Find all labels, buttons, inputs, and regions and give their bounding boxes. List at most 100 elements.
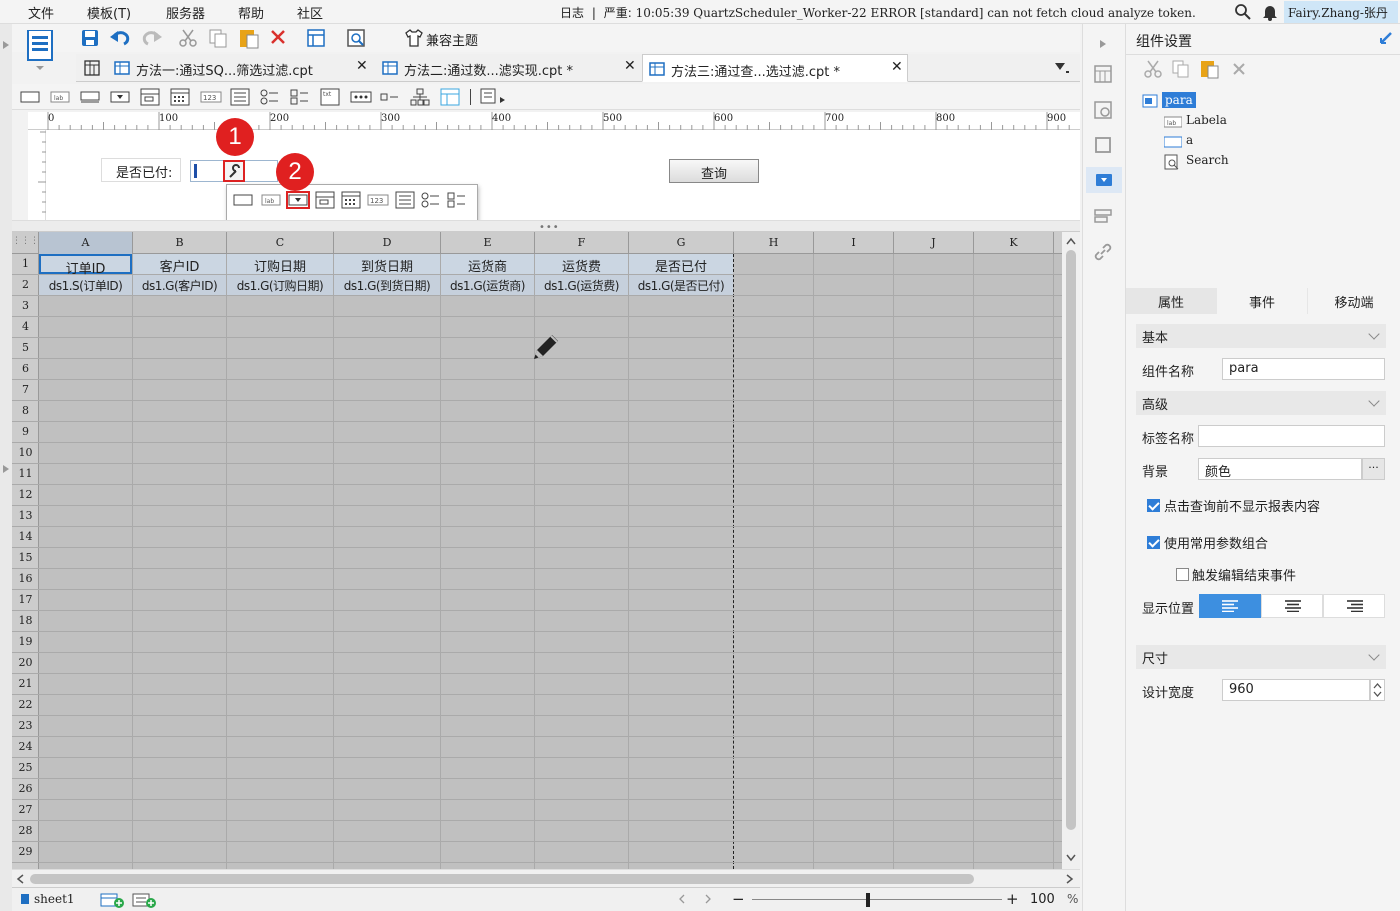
row-header[interactable]: 21 [12, 674, 39, 695]
compatible-theme-button[interactable]: 兼容主题 [426, 30, 478, 49]
tab-method-1[interactable]: 方法一:通过SQ...筛选过滤.cpt ✕ [108, 54, 370, 82]
dropdown-widget-icon[interactable] [286, 191, 310, 209]
sheet-tab[interactable]: sheet1 [34, 892, 75, 906]
table-header-cell[interactable]: 运货费 [535, 254, 628, 275]
condition-attribute-icon[interactable] [1093, 206, 1113, 226]
column-header[interactable]: D [334, 232, 441, 254]
tab-events[interactable]: 事件 [1217, 288, 1307, 314]
row-header[interactable]: 1 [12, 254, 39, 275]
row-header[interactable]: 15 [12, 548, 39, 569]
undo-icon[interactable] [110, 28, 132, 48]
align-center-button[interactable] [1261, 594, 1323, 618]
table-header-cell[interactable]: 到货日期 [334, 254, 440, 275]
chevron-up-icon[interactable] [1066, 237, 1076, 245]
column-header[interactable]: H [734, 232, 814, 254]
date-widget-icon[interactable] [170, 88, 190, 106]
radio-group-widget-icon[interactable] [421, 191, 441, 209]
widget-settings-tab[interactable] [1086, 167, 1122, 193]
zoom-in-button[interactable]: + [1006, 890, 1019, 908]
number-widget-icon[interactable]: 123 [200, 90, 222, 104]
number-widget-icon[interactable]: 123 [367, 193, 389, 207]
section-advanced[interactable]: 高级 [1136, 391, 1386, 415]
row-header[interactable]: 28 [12, 821, 39, 842]
background-more-button[interactable]: ··· [1362, 458, 1385, 480]
column-header[interactable]: A [39, 232, 133, 254]
table-tree-widget-icon[interactable] [440, 88, 460, 106]
label-widget-icon[interactable]: lab [261, 193, 281, 207]
menu-help[interactable]: 帮助 [238, 3, 264, 22]
close-icon[interactable]: ✕ [891, 59, 903, 75]
checkbox-widget-icon[interactable] [380, 90, 400, 104]
shirt-icon[interactable] [404, 28, 424, 48]
row-header[interactable]: 9 [12, 422, 39, 443]
scroll-thumb[interactable] [1066, 250, 1076, 830]
table-header-cell[interactable]: 是否已付 [629, 254, 733, 275]
row-header[interactable]: 29 [12, 842, 39, 863]
dropdown-widget-icon[interactable] [110, 90, 130, 104]
row-header[interactable]: 18 [12, 611, 39, 632]
scroll-left-icon[interactable] [678, 894, 686, 904]
checkbox-edit-end-event[interactable] [1176, 568, 1189, 581]
cell-attribute-icon[interactable] [1093, 100, 1113, 120]
save-icon[interactable] [80, 28, 100, 48]
table-cell[interactable]: ds1.G(是否已付) [629, 275, 733, 295]
section-size[interactable]: 尺寸 [1136, 645, 1386, 669]
zoom-slider-handle[interactable] [866, 893, 870, 907]
expand-left-icon[interactable] [2, 40, 10, 50]
param-label[interactable]: 是否已付: [101, 158, 181, 182]
menu-community[interactable]: 社区 [297, 3, 323, 22]
widget-settings-button[interactable] [223, 160, 245, 182]
tree-node-para[interactable]: para [1162, 92, 1196, 108]
table-cell[interactable]: ds1.G(客户ID) [133, 275, 226, 295]
column-header[interactable]: I [814, 232, 894, 254]
row-header[interactable]: 26 [12, 779, 39, 800]
row-header[interactable]: 24 [12, 737, 39, 758]
copy-icon[interactable] [1172, 60, 1190, 78]
cut-icon[interactable] [178, 28, 198, 48]
list-widget-icon[interactable] [395, 191, 415, 209]
width-stepper[interactable] [1370, 679, 1385, 701]
tab-method-3[interactable]: 方法三:通过查...选过滤.cpt * ✕ [642, 54, 908, 82]
cut-icon[interactable] [1144, 60, 1162, 78]
checkbox-group-widget-icon[interactable] [447, 191, 467, 209]
row-header[interactable]: 23 [12, 716, 39, 737]
table-header-cell[interactable]: 订单ID [39, 254, 132, 277]
checkbox-group-widget-icon[interactable] [290, 88, 310, 106]
hyperlink-icon[interactable] [1093, 242, 1113, 262]
expand-right-icon[interactable] [1099, 39, 1107, 49]
table-header-cell[interactable]: 客户ID [133, 254, 226, 275]
multi-select-widget-icon[interactable] [140, 88, 160, 106]
bell-icon[interactable] [1262, 3, 1278, 21]
tab-properties[interactable]: 属性 [1126, 288, 1216, 314]
checkbox-hide-before-query[interactable] [1147, 499, 1160, 512]
align-left-button[interactable] [1199, 594, 1261, 618]
close-icon[interactable]: ✕ [624, 58, 636, 74]
column-header[interactable]: K [974, 232, 1054, 254]
row-header[interactable]: 27 [12, 800, 39, 821]
more-widgets-icon[interactable] [480, 88, 508, 106]
row-header[interactable]: 6 [12, 359, 39, 380]
background-input[interactable]: 颜色 [1198, 458, 1362, 480]
report-grid[interactable]: ⋮⋮⋮ A B C D E F G H I J K 1 2 3 4 5 6 7 8 9 10 11 12 13 14 15 16 17… [12, 232, 1062, 869]
template-properties-icon[interactable] [306, 28, 326, 48]
row-header[interactable]: 13 [12, 506, 39, 527]
row-header[interactable]: 10 [12, 443, 39, 464]
redo-icon[interactable] [140, 28, 162, 48]
tree-node-labela[interactable]: Labela [1186, 113, 1227, 127]
row-header[interactable]: 8 [12, 401, 39, 422]
table-cell[interactable]: ds1.G(订购日期) [227, 275, 333, 295]
row-header[interactable]: 16 [12, 569, 39, 590]
chevron-right-icon[interactable] [1066, 874, 1074, 884]
section-basic[interactable]: 基本 [1136, 324, 1386, 348]
table-cell[interactable]: ds1.G(运货商) [441, 275, 534, 295]
table-cell[interactable]: ds1.S(订单ID) [39, 275, 132, 295]
row-header[interactable]: 5 [12, 338, 39, 359]
float-element-icon[interactable] [1093, 135, 1113, 155]
row-header[interactable]: 14 [12, 527, 39, 548]
label-widget-icon[interactable]: lab [50, 90, 70, 104]
column-header[interactable]: F [535, 232, 629, 254]
new-template-icon[interactable] [26, 30, 54, 70]
row-header[interactable]: 19 [12, 632, 39, 653]
tab-list-icon[interactable] [1054, 61, 1070, 75]
delete-icon[interactable] [1232, 62, 1246, 76]
